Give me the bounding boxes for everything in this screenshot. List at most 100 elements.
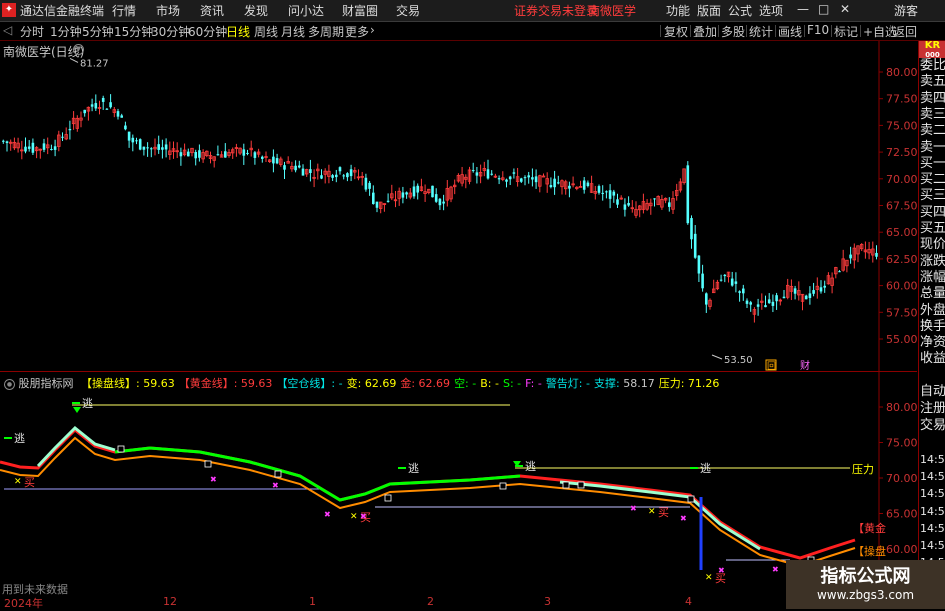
settings-gear-icon[interactable]: ● bbox=[4, 378, 15, 390]
candle-body-down bbox=[124, 125, 127, 130]
candle-body-down bbox=[597, 186, 601, 193]
candle-body-down bbox=[601, 192, 604, 194]
menu-trade[interactable]: 交易 bbox=[396, 2, 420, 19]
tool-back[interactable]: 返回 bbox=[893, 23, 917, 40]
quick-trade-label[interactable]: 注册 bbox=[920, 401, 945, 417]
tool-statistics[interactable]: 统计 bbox=[749, 23, 773, 40]
indicator-value: 62.69 bbox=[415, 377, 451, 390]
signal-cross-icon: ✖ bbox=[210, 475, 217, 484]
candle-body-down bbox=[531, 177, 534, 180]
indicator-label: 压力: bbox=[658, 377, 685, 390]
candle-body-down bbox=[2, 140, 5, 142]
period-tab[interactable]: 多周期 bbox=[308, 23, 344, 40]
menu-wealth[interactable]: 财富圈 bbox=[342, 2, 378, 19]
indicator-value: - bbox=[534, 377, 542, 390]
candle-body-down bbox=[90, 104, 94, 107]
candle-body-down bbox=[253, 152, 257, 158]
tool-add-watchlist[interactable]: +自选 bbox=[863, 23, 897, 40]
candle-body-down bbox=[261, 156, 264, 159]
buy-cross-icon: ✕ bbox=[705, 573, 713, 583]
candle-body-down bbox=[520, 178, 523, 182]
indicator-name: 股朋指标网 bbox=[18, 377, 74, 390]
candle-body-down bbox=[31, 142, 35, 153]
menu-discover[interactable]: 发现 bbox=[244, 2, 268, 19]
candlestick-chart[interactable]: 80.00 77.50 75.00 72.50 70.00 67.50 65.00 62.50… bbox=[0, 41, 917, 371]
candle-body-down bbox=[294, 165, 297, 171]
menu-quotes[interactable]: 行情 bbox=[112, 2, 136, 19]
candle-body-down bbox=[346, 173, 349, 178]
period-tab[interactable]: 60分钟 bbox=[188, 23, 227, 40]
back-arrow-icon[interactable]: ◁ bbox=[3, 23, 12, 37]
signal-cross-icon: ✖ bbox=[680, 514, 687, 523]
period-tab[interactable]: 5分钟 bbox=[82, 23, 114, 40]
candle-body-down bbox=[116, 111, 120, 117]
tool-mark[interactable]: 标记 bbox=[834, 23, 858, 40]
indicator-panel[interactable]: 80.00 75.00 70.00 65.00 60.00 逃逃逃逃逃 ✕ 买 ✕ 买 ✕ 买 ✕ 买压力… bbox=[0, 372, 917, 596]
chevron-down-icon[interactable]: ▼ bbox=[73, 44, 84, 55]
indicator-chart[interactable]: 80.0075.0070.0065.0060.00逃逃逃逃逃✕ 买✕ 买 ✕ 买✕ 买压力… bbox=[0, 372, 917, 590]
quick-trade-label[interactable]: 自动 bbox=[920, 384, 945, 400]
period-tab[interactable]: 1分钟 bbox=[50, 23, 82, 40]
period-tab[interactable]: 分时 bbox=[20, 23, 44, 40]
candle-body-down bbox=[187, 151, 190, 157]
candle-body-down bbox=[83, 109, 86, 114]
menu-news[interactable]: 资讯 bbox=[200, 2, 224, 19]
toolbar-divider bbox=[804, 25, 805, 37]
candle-body-down bbox=[242, 149, 246, 156]
guest-user[interactable]: 游客 bbox=[894, 2, 918, 19]
candle-body-down bbox=[194, 152, 197, 159]
menu-function[interactable]: 功能 bbox=[666, 2, 690, 19]
period-tab[interactable]: 月线 bbox=[281, 23, 305, 40]
indicator-value: 59.63 bbox=[237, 377, 273, 390]
candle-body-down bbox=[438, 198, 442, 206]
minimize-icon[interactable]: — bbox=[797, 2, 809, 16]
tick-time: 14:5 bbox=[920, 539, 945, 552]
period-tab-active[interactable]: 日线 bbox=[226, 23, 250, 40]
candle-body-down bbox=[742, 288, 745, 294]
candle-body-down bbox=[146, 147, 149, 149]
candle-body-down bbox=[512, 172, 516, 174]
quote-field-label: 涨幅 bbox=[920, 269, 945, 285]
menu-formula[interactable]: 公式 bbox=[728, 2, 752, 19]
period-tab[interactable]: 更多 bbox=[345, 23, 369, 40]
tool-draw-line[interactable]: 画线 bbox=[778, 23, 802, 40]
candle-body-down bbox=[301, 168, 305, 176]
tick-time: 14:5 bbox=[920, 453, 945, 466]
candle-body-down bbox=[283, 165, 286, 170]
close-icon[interactable]: ✕ bbox=[840, 2, 850, 16]
indicator-label: 【黄金线】: bbox=[178, 377, 238, 390]
tool-multi-stock[interactable]: 多股 bbox=[721, 23, 745, 40]
login-notice[interactable]: 证券交易未登录 bbox=[514, 2, 598, 19]
candle-body-down bbox=[434, 194, 438, 202]
candle-body-down bbox=[745, 300, 749, 304]
candle-body-down bbox=[701, 273, 704, 289]
tool-f10[interactable]: F10 bbox=[807, 23, 829, 37]
y-tick-label: 80.00 bbox=[886, 401, 917, 414]
indicator-value: - bbox=[582, 377, 590, 390]
period-tab[interactable]: 周线 bbox=[254, 23, 278, 40]
candle-body-down bbox=[338, 167, 342, 172]
candlestick-panel[interactable]: 80.00 77.50 75.00 72.50 70.00 67.50 65.00 62.50… bbox=[0, 41, 917, 371]
period-tab[interactable]: 30分钟 bbox=[151, 23, 190, 40]
candle-body-down bbox=[734, 281, 738, 284]
signal-cross-icon: ✖ bbox=[630, 504, 637, 513]
candle-body-down bbox=[349, 169, 353, 177]
candle-body-down bbox=[627, 202, 630, 206]
escape-label: 逃 bbox=[700, 462, 711, 475]
tool-restore-rights[interactable]: 复权 bbox=[664, 23, 688, 40]
period-tab[interactable]: 15分钟 bbox=[114, 23, 153, 40]
quick-trade-label[interactable]: 交易 bbox=[920, 418, 945, 434]
menu-options[interactable]: 选项 bbox=[759, 2, 783, 19]
candle-body-down bbox=[490, 173, 493, 175]
menu-market[interactable]: 市场 bbox=[156, 2, 180, 19]
maximize-icon[interactable]: □ bbox=[818, 2, 829, 16]
buy-label: 买 bbox=[24, 476, 35, 489]
buy-cross-icon: ✕ bbox=[648, 507, 656, 517]
menu-ask[interactable]: 问小达 bbox=[288, 2, 324, 19]
more-chevron-icon[interactable]: › bbox=[370, 23, 375, 37]
tool-overlay[interactable]: 叠加 bbox=[693, 23, 717, 40]
indicator-label: 金: bbox=[400, 377, 416, 390]
quote-field-label: 外盘 bbox=[920, 302, 945, 318]
menu-layout[interactable]: 版面 bbox=[697, 2, 721, 19]
marker-icon: 回 bbox=[767, 361, 776, 371]
